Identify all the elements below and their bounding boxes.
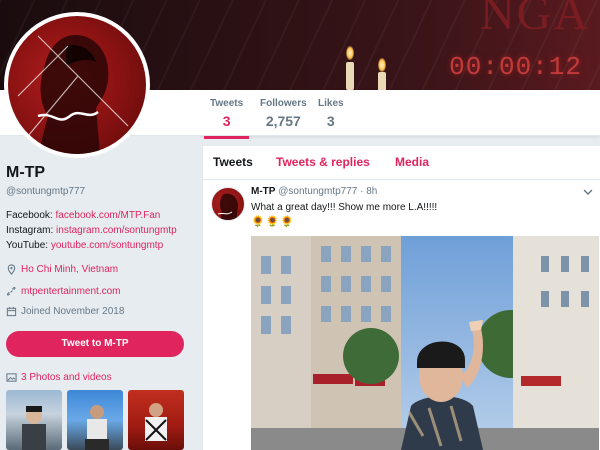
stat-tweets[interactable]: Tweets 3	[203, 98, 250, 139]
stat-likes[interactable]: Likes 3	[318, 98, 344, 129]
tweet-photo[interactable]	[251, 236, 599, 450]
bio-youtube-line: YouTube: youtube.com/sontungmtp	[6, 238, 177, 253]
profile-website: mtpentertainment.com	[6, 286, 121, 297]
photo-icon	[6, 373, 17, 382]
photo-thumbnail[interactable]	[67, 390, 123, 450]
bio-instagram-prefix: Instagram:	[6, 225, 57, 236]
tweet-avatar-image	[217, 193, 238, 220]
tweet-emojis: 🌻🌻🌻	[251, 216, 296, 228]
bio-instagram-line: Instagram: instagram.com/sontungmtp	[6, 223, 177, 238]
profile-avatar[interactable]	[4, 12, 150, 158]
profile-bio: Facebook: facebook.com/MTP.Fan Instagram…	[6, 208, 177, 253]
location-text[interactable]: Ho Chi Minh, Vietnam	[21, 264, 118, 275]
bio-facebook-line: Facebook: facebook.com/MTP.Fan	[6, 208, 177, 223]
avatar-image	[8, 16, 146, 154]
avatar-portrait-graphic	[17, 35, 129, 154]
website-link[interactable]: mtpentertainment.com	[21, 286, 121, 297]
thumbnail-image	[85, 405, 109, 450]
tweet-handle-time[interactable]: @sontungmtp777 · 8h	[278, 186, 377, 197]
candle-flame-graphic	[378, 58, 386, 72]
profile-name: M-TP	[6, 164, 46, 181]
tab-tweets-and-replies[interactable]: Tweets & replies	[276, 155, 370, 169]
photo-thumbnail[interactable]	[6, 390, 62, 450]
bio-facebook-link[interactable]: facebook.com/MTP.Fan	[55, 210, 160, 221]
candle-graphic	[378, 72, 386, 90]
tab-tweets[interactable]: Tweets	[213, 155, 253, 169]
profile-joined: Joined November 2018	[6, 306, 124, 317]
stat-tweets-label: Tweets	[210, 98, 244, 109]
location-pin-icon	[7, 264, 16, 275]
tweet-text: What a great day!!! Show me more L.A!!!!…	[251, 202, 438, 213]
stat-likes-label: Likes	[318, 98, 344, 109]
stat-followers[interactable]: Followers 2,757	[260, 98, 307, 129]
tweet-author-avatar[interactable]	[211, 187, 245, 221]
tweet-header: M-TP @sontungmtp777 · 8h	[251, 186, 377, 197]
banner-title-text: NGA	[480, 0, 590, 40]
photos-and-videos-link[interactable]: 3 Photos and videos	[6, 372, 112, 383]
photos-and-videos-label: 3 Photos and videos	[21, 372, 112, 383]
timeline-panel: Tweets Tweets & replies Media M-TP @sont…	[202, 146, 600, 450]
stat-tweets-value: 3	[222, 113, 231, 129]
stat-followers-value: 2,757	[265, 113, 301, 129]
tweet-photo-image	[251, 236, 599, 450]
calendar-icon	[6, 306, 17, 317]
profile-handle: @sontungmtp777	[6, 186, 86, 197]
thumbnail-image	[22, 406, 46, 450]
thumbnail-image	[145, 403, 167, 441]
candle-flame-graphic	[346, 46, 354, 60]
bio-youtube-prefix: YouTube:	[6, 240, 51, 251]
link-icon	[6, 286, 16, 296]
joined-text: Joined November 2018	[21, 306, 125, 317]
candle-graphic	[346, 62, 354, 90]
stat-followers-label: Followers	[260, 98, 307, 109]
tweet-to-button[interactable]: Tweet to M-TP	[6, 331, 184, 357]
profile-location: Ho Chi Minh, Vietnam	[6, 264, 118, 275]
tab-media[interactable]: Media	[395, 155, 429, 169]
bio-facebook-prefix: Facebook:	[6, 210, 56, 221]
timeline-tabs: Tweets Tweets & replies Media	[203, 146, 600, 180]
photo-thumbnail[interactable]	[128, 390, 184, 450]
bio-instagram-link[interactable]: instagram.com/sontungmtp	[56, 225, 177, 236]
bio-youtube-link[interactable]: youtube.com/sontungmtp	[51, 240, 163, 251]
chevron-down-icon[interactable]	[582, 186, 594, 198]
tweet-author-name[interactable]: M-TP	[251, 186, 275, 197]
banner-clock-text: 00:00:12	[449, 52, 582, 82]
stat-likes-value: 3	[326, 113, 335, 129]
